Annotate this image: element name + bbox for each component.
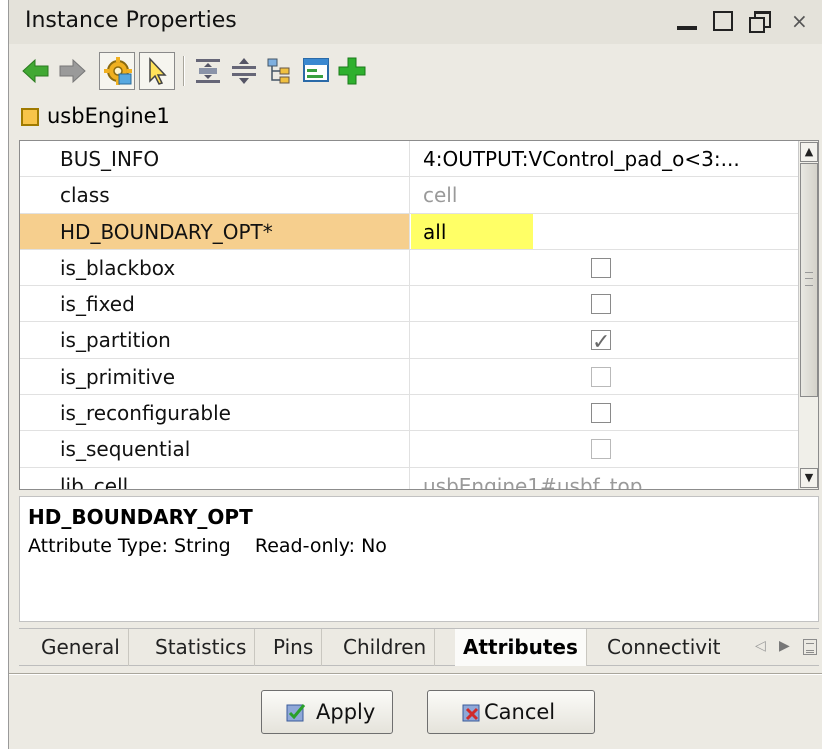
table-view-icon[interactable] xyxy=(301,56,331,86)
window-title: Instance Properties xyxy=(25,8,237,33)
property-name: HD_BOUNDARY_OPT* xyxy=(20,213,410,249)
property-name: is_fixed xyxy=(20,286,410,322)
apply-button[interactable]: Apply xyxy=(261,690,393,734)
tab-connectivity[interactable]: Connectivit xyxy=(599,629,749,666)
property-value[interactable]: all xyxy=(411,213,798,249)
property-checkbox xyxy=(591,439,611,460)
attribute-description-panel: HD_BOUNDARY_OPT Attribute Type: String R… xyxy=(19,496,819,622)
property-row-is-reconfigurable[interactable]: is_reconfigurable xyxy=(20,395,798,432)
restore-icon[interactable] xyxy=(749,11,771,33)
property-checkbox xyxy=(591,366,611,387)
toolbar xyxy=(21,52,441,92)
property-value-text: usbEngine1#usbf_top xyxy=(423,473,643,490)
description-text: Attribute Type: String Read-only: No xyxy=(28,535,387,557)
apply-check-icon xyxy=(286,704,306,722)
scrollbar-thumb[interactable] xyxy=(800,163,818,397)
property-value[interactable] xyxy=(411,395,798,430)
tab-statistics[interactable]: Statistics xyxy=(147,629,256,666)
select-pointer-icon[interactable] xyxy=(139,52,175,90)
property-name: is_primitive xyxy=(20,358,410,395)
footer-separator xyxy=(9,673,822,675)
property-checkbox[interactable] xyxy=(591,257,611,278)
property-value[interactable]: ✓ xyxy=(411,322,798,357)
property-value-text: 4:OUTPUT:VControl_pad_o<3:... xyxy=(423,147,740,171)
property-row-is-sequential[interactable]: is_sequential xyxy=(20,431,798,468)
property-name: BUS_INFO xyxy=(20,141,410,177)
property-row-is-fixed[interactable]: is_fixed xyxy=(20,286,798,323)
scroll-down-icon[interactable]: ▼ xyxy=(800,468,818,488)
properties-table: BUS_INFO 4:OUTPUT:VControl_pad_o<3:...cla… xyxy=(19,140,819,490)
property-name: is_sequential xyxy=(20,431,410,467)
cancel-label: Cancel xyxy=(484,700,556,724)
description-title: HD_BOUNDARY_OPT xyxy=(28,505,253,529)
tab-children[interactable]: Children xyxy=(335,629,436,666)
apply-label: Apply xyxy=(316,700,376,724)
collapse-rows-icon[interactable] xyxy=(193,56,223,86)
property-value[interactable] xyxy=(411,359,798,394)
cancel-x-icon xyxy=(462,704,480,722)
property-checkbox[interactable] xyxy=(591,403,611,424)
property-row-hd-boundary-opt[interactable]: HD_BOUNDARY_OPT* all xyxy=(20,213,798,250)
vertical-scrollbar[interactable]: ▲ ▼ xyxy=(798,141,818,489)
instance-properties-window: Instance Properties × usbEngine1 BUS_INF… xyxy=(8,0,822,749)
scroll-grip-icon xyxy=(805,272,813,286)
tab-scroll-right-icon[interactable]: ▶ xyxy=(779,638,790,654)
property-row-is-partition[interactable]: is_partition ✓ xyxy=(20,322,798,359)
property-value[interactable] xyxy=(411,431,798,466)
property-row-is-primitive[interactable]: is_primitive xyxy=(20,358,798,396)
maximize-icon[interactable] xyxy=(713,11,733,31)
property-name: is_blackbox xyxy=(20,249,410,286)
property-value[interactable]: cell xyxy=(411,177,798,212)
property-value[interactable] xyxy=(411,250,798,285)
property-value[interactable] xyxy=(411,286,798,321)
expand-rows-icon[interactable] xyxy=(229,56,259,86)
cell-instance-icon xyxy=(21,108,39,126)
gear-settings-icon[interactable] xyxy=(99,52,135,90)
property-name: is_partition xyxy=(20,322,410,358)
tab-scroll-left-icon[interactable]: ◁ xyxy=(755,638,766,654)
scroll-up-icon[interactable]: ▲ xyxy=(800,142,818,162)
property-name: is_reconfigurable xyxy=(20,395,410,431)
property-value-text: cell xyxy=(423,183,458,208)
hierarchy-tree-icon[interactable] xyxy=(265,56,295,86)
property-row-is-blackbox[interactable]: is_blackbox xyxy=(20,249,798,287)
add-icon[interactable] xyxy=(337,56,367,86)
property-name: class xyxy=(20,177,410,213)
property-name: lib_cell xyxy=(20,467,410,489)
back-icon[interactable] xyxy=(21,56,51,86)
cancel-button[interactable]: Cancel xyxy=(427,690,595,734)
property-checkbox[interactable] xyxy=(591,294,611,315)
tab-pins[interactable]: Pins xyxy=(265,629,323,666)
tab-bar: General Statistics Pins Children Attribu… xyxy=(19,628,819,666)
property-row-lib-cell[interactable]: lib_cell usbEngine1#usbf_top xyxy=(20,467,798,490)
tab-list-icon[interactable] xyxy=(803,639,817,655)
tab-attributes[interactable]: Attributes xyxy=(455,629,587,666)
toolbar-separator xyxy=(183,56,185,86)
properties-rows: BUS_INFO 4:OUTPUT:VControl_pad_o<3:...cla… xyxy=(20,141,798,490)
check-icon: ✓ xyxy=(592,330,611,356)
property-row-class[interactable]: class cell xyxy=(20,177,798,214)
forward-icon[interactable] xyxy=(57,56,87,86)
property-checkbox[interactable]: ✓ xyxy=(591,330,611,355)
tab-general[interactable]: General xyxy=(33,629,129,666)
property-value-text: all xyxy=(411,213,533,249)
property-value[interactable]: 4:OUTPUT:VControl_pad_o<3:... xyxy=(411,141,798,176)
close-icon[interactable]: × xyxy=(791,8,808,34)
instance-name: usbEngine1 xyxy=(47,104,170,128)
property-value[interactable]: usbEngine1#usbf_top xyxy=(411,468,798,490)
title-bar[interactable]: Instance Properties × xyxy=(9,0,822,44)
property-row-bus-info[interactable]: BUS_INFO 4:OUTPUT:VControl_pad_o<3:... xyxy=(20,141,798,178)
